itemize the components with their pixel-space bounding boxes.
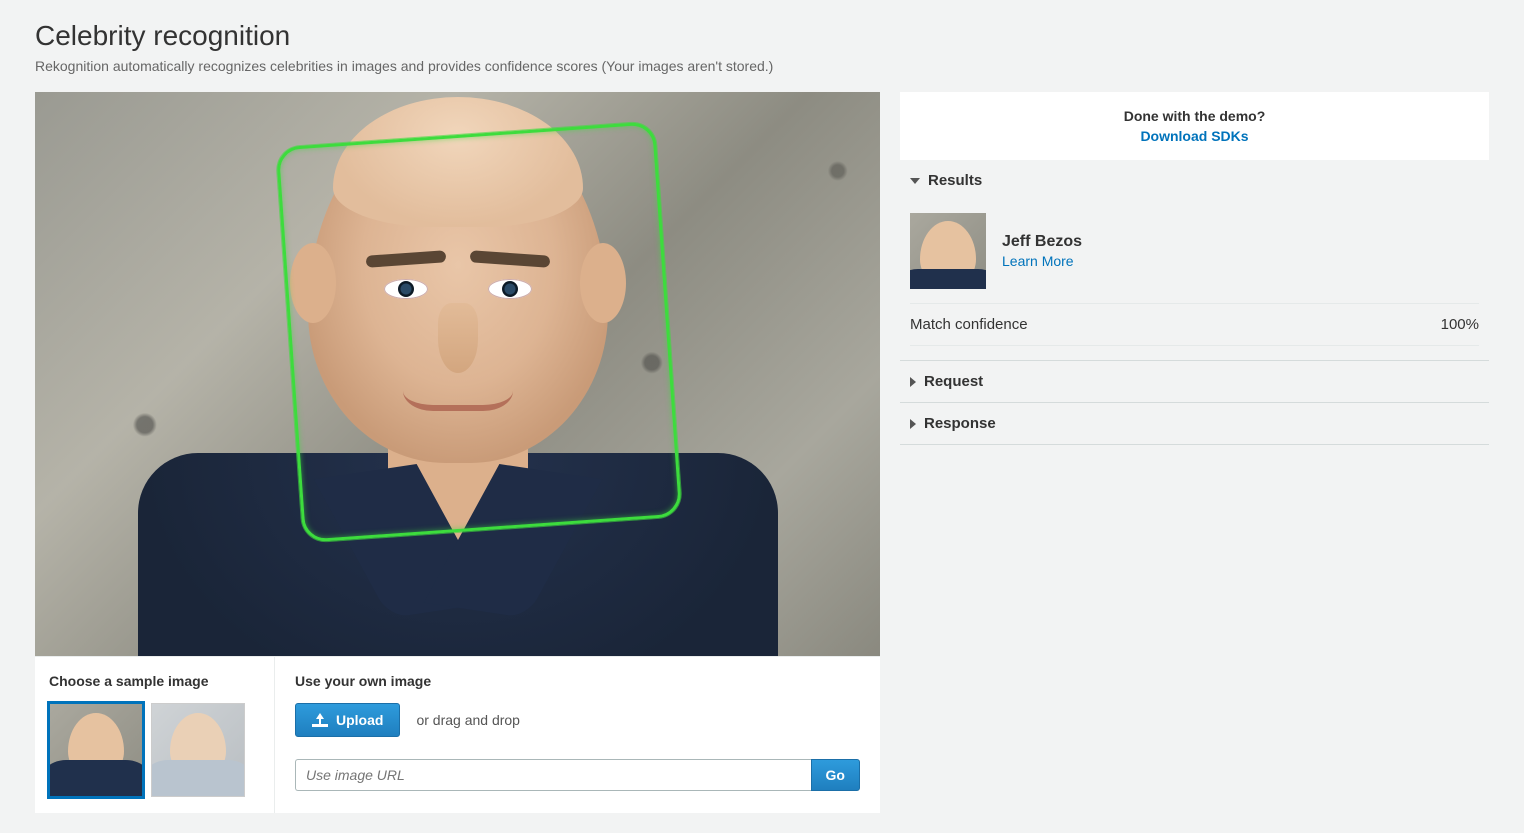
own-image-heading: Use your own image (295, 673, 860, 689)
result-thumbnail (910, 213, 986, 289)
upload-button[interactable]: Upload (295, 703, 400, 737)
match-confidence-label: Match confidence (910, 316, 1028, 333)
response-section-title: Response (924, 415, 996, 432)
caret-down-icon (910, 178, 920, 184)
demo-done-question: Done with the demo? (910, 108, 1479, 124)
download-sdks-link[interactable]: Download SDKs (1140, 128, 1248, 144)
results-section-header[interactable]: Results (900, 160, 1489, 201)
upload-button-label: Upload (336, 712, 383, 728)
caret-right-icon (910, 419, 916, 429)
caret-right-icon (910, 377, 916, 387)
sample-heading: Choose a sample image (49, 673, 260, 689)
request-section-title: Request (924, 373, 983, 390)
image-preview (35, 92, 880, 656)
request-section-header[interactable]: Request (900, 361, 1489, 402)
page-subtitle: Rekognition automatically recognizes cel… (35, 58, 1489, 74)
face-bounding-box (276, 121, 683, 543)
demo-done-panel: Done with the demo? Download SDKs (900, 92, 1489, 160)
upload-icon (312, 713, 328, 727)
result-row: Jeff Bezos Learn More (910, 205, 1479, 303)
learn-more-link[interactable]: Learn More (1002, 253, 1074, 269)
response-section-header[interactable]: Response (900, 403, 1489, 444)
page-title: Celebrity recognition (35, 20, 1489, 52)
sample-thumb-2[interactable] (151, 703, 245, 797)
go-button-label: Go (826, 767, 845, 783)
go-button[interactable]: Go (811, 759, 860, 791)
image-url-input[interactable] (295, 759, 811, 791)
result-celebrity-name: Jeff Bezos (1002, 233, 1082, 251)
sample-thumb-1[interactable] (49, 703, 143, 797)
match-confidence-value: 100% (1441, 316, 1479, 333)
results-section-title: Results (928, 172, 982, 189)
drag-drop-hint: or drag and drop (416, 712, 520, 728)
